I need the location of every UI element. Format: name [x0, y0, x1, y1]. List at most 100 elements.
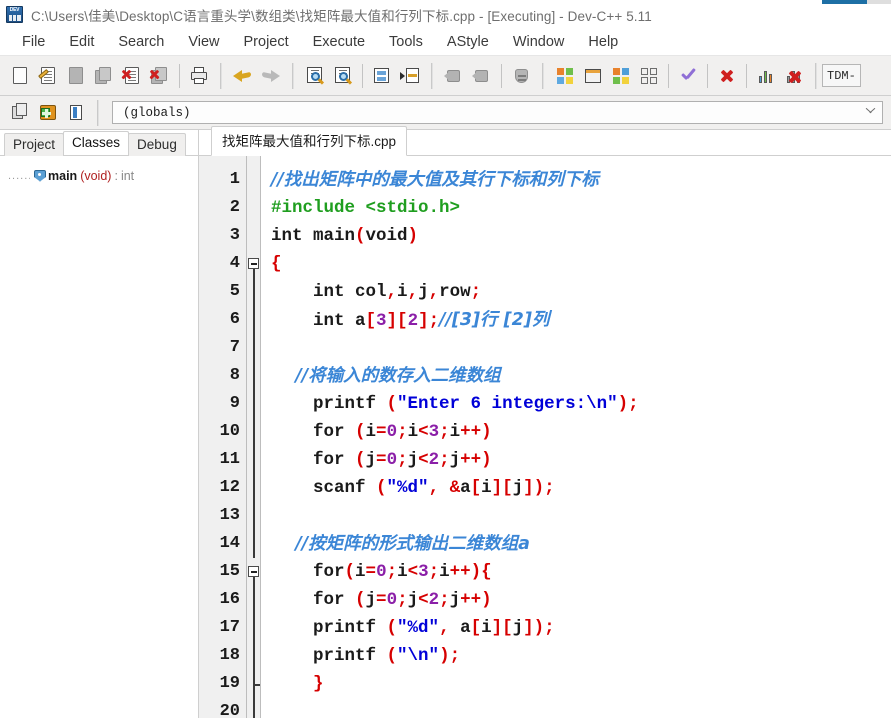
line-number: 6	[229, 310, 240, 329]
rebuild-all-button[interactable]	[636, 63, 662, 89]
add-to-project-button[interactable]	[35, 100, 61, 126]
code-line[interactable]: //按矩阵的形式输出二维数组a	[271, 530, 891, 558]
code-line[interactable]: for (i=0;i<3;i++)	[271, 418, 891, 446]
stop-execution-button[interactable]	[714, 63, 740, 89]
menu-help[interactable]: Help	[576, 31, 630, 53]
code-token: );	[617, 394, 639, 414]
fold-margin[interactable]	[247, 156, 261, 718]
code-text-area[interactable]: //找出矩阵中的最大值及其行下标和列下标 #include <stdio.h> in…	[261, 156, 891, 718]
compiler-select[interactable]: TDM-	[822, 64, 861, 87]
code-token: 0	[386, 450, 398, 470]
code-token: j	[407, 590, 419, 610]
back-button[interactable]	[441, 63, 467, 89]
toolbar-group-search	[299, 63, 426, 89]
save-file-icon	[66, 66, 86, 85]
tab-debug[interactable]: Debug	[128, 133, 186, 156]
redo-button[interactable]	[258, 63, 284, 89]
code-line[interactable]	[271, 502, 891, 530]
code-token: ;	[439, 422, 450, 442]
close-file-button[interactable]	[119, 63, 145, 89]
tree-item-main[interactable]: ...... main (void) : int	[0, 168, 198, 184]
menu-search[interactable]: Search	[106, 31, 176, 53]
class-browser-tree[interactable]: ...... main (void) : int	[0, 156, 198, 718]
code-editor[interactable]: 1 2 3 4 5 6 7 8 9 10 11 12 13 14 15 16 17 18 19 20 //找出矩阵中的…	[199, 156, 891, 718]
compile-and-run-button[interactable]	[608, 63, 634, 89]
code-line[interactable]: for (j=0;j<2;j++)	[271, 446, 891, 474]
code-line[interactable]: {	[271, 250, 891, 278]
scope-combo-value: (globals)	[123, 105, 191, 120]
replace-button[interactable]	[330, 63, 356, 89]
toggle-breakpoint-button[interactable]	[508, 63, 534, 89]
compile-icon	[555, 66, 575, 85]
menu-file[interactable]: File	[10, 31, 57, 53]
code-line[interactable]	[271, 334, 891, 362]
editor-tab-active[interactable]: 找矩阵最大值和行列下标.cpp	[211, 126, 408, 156]
code-line[interactable]: for (j=0;j<2;j++)	[271, 586, 891, 614]
code-token: j	[418, 282, 429, 302]
menu-window[interactable]: Window	[501, 31, 577, 53]
fold-guide-line	[253, 390, 255, 418]
fold-guide-line	[253, 474, 255, 502]
window-decoration-fragment-2	[867, 0, 891, 4]
code-token: {	[271, 254, 282, 274]
menu-project[interactable]: Project	[232, 31, 301, 53]
forward-button[interactable]	[469, 63, 495, 89]
code-line[interactable]: printf ("\n");	[271, 642, 891, 670]
new-project-button[interactable]	[7, 100, 33, 126]
toolbar-group-build	[549, 63, 810, 89]
menu-astyle[interactable]: AStyle	[435, 31, 501, 53]
left-panel-tabs: Project Classes Debug	[0, 130, 198, 156]
code-token: }	[271, 674, 324, 694]
new-file-button[interactable]	[7, 63, 33, 89]
undo-button[interactable]	[230, 63, 256, 89]
fold-toggle-icon[interactable]	[248, 566, 259, 577]
syntax-check-button[interactable]	[675, 63, 701, 89]
code-line[interactable]: #include <stdio.h>	[271, 194, 891, 222]
line-number: 1	[229, 170, 240, 189]
save-all-button[interactable]	[91, 63, 117, 89]
profile-button[interactable]	[753, 63, 779, 89]
compile-button[interactable]	[552, 63, 578, 89]
menu-tools[interactable]: Tools	[377, 31, 435, 53]
line-number: 19	[219, 674, 240, 693]
scope-combo[interactable]: (globals)	[112, 101, 883, 124]
menu-edit[interactable]: Edit	[57, 31, 106, 53]
code-line[interactable]: int col,i,j,row;	[271, 278, 891, 306]
code-line[interactable]: //找出矩阵中的最大值及其行下标和列下标	[271, 166, 891, 194]
open-file-button[interactable]	[35, 63, 61, 89]
find-button[interactable]	[302, 63, 328, 89]
tab-project[interactable]: Project	[4, 133, 65, 156]
fold-guide-line	[253, 502, 255, 530]
delete-profile-button[interactable]	[781, 63, 807, 89]
code-line[interactable]: int main(void)	[271, 222, 891, 250]
code-line[interactable]	[271, 698, 891, 718]
code-line[interactable]: printf ("%d", a[i][j]);	[271, 614, 891, 642]
code-line[interactable]: for(i=0;i<3;i++){	[271, 558, 891, 586]
fold-toggle-icon[interactable]	[248, 258, 259, 269]
goto-line-button[interactable]	[369, 63, 395, 89]
code-line[interactable]: int a[3][2];//[3]行 [2]列	[271, 306, 891, 334]
code-line[interactable]: //将输入的数存入二维数组	[271, 362, 891, 390]
code-line[interactable]: scanf ("%d", &a[i][j]);	[271, 474, 891, 502]
code-line[interactable]: printf ("Enter 6 integers:\n");	[271, 390, 891, 418]
goto-function-button[interactable]	[397, 63, 423, 89]
code-token: ++)	[460, 450, 492, 470]
run-icon	[583, 66, 603, 85]
code-token: for	[271, 422, 356, 442]
tab-classes[interactable]: Classes	[63, 131, 130, 155]
line-number: 12	[219, 478, 240, 497]
menu-view[interactable]: View	[176, 31, 231, 53]
title-bar: C:\Users\佳美\Desktop\C语言重头学\数组类\找矩阵最大值和行列…	[0, 0, 891, 29]
fold-guide-line	[253, 278, 255, 306]
run-button[interactable]	[580, 63, 606, 89]
forward-icon	[472, 66, 492, 85]
print-button[interactable]	[186, 63, 212, 89]
close-all-button[interactable]	[147, 63, 173, 89]
project-options-button[interactable]	[63, 100, 89, 126]
menu-execute[interactable]: Execute	[301, 31, 377, 53]
fold-guide-line	[253, 577, 255, 586]
save-file-button[interactable]	[63, 63, 89, 89]
code-token: i	[355, 562, 366, 582]
code-token: (	[386, 394, 398, 414]
code-line[interactable]: }	[271, 670, 891, 698]
